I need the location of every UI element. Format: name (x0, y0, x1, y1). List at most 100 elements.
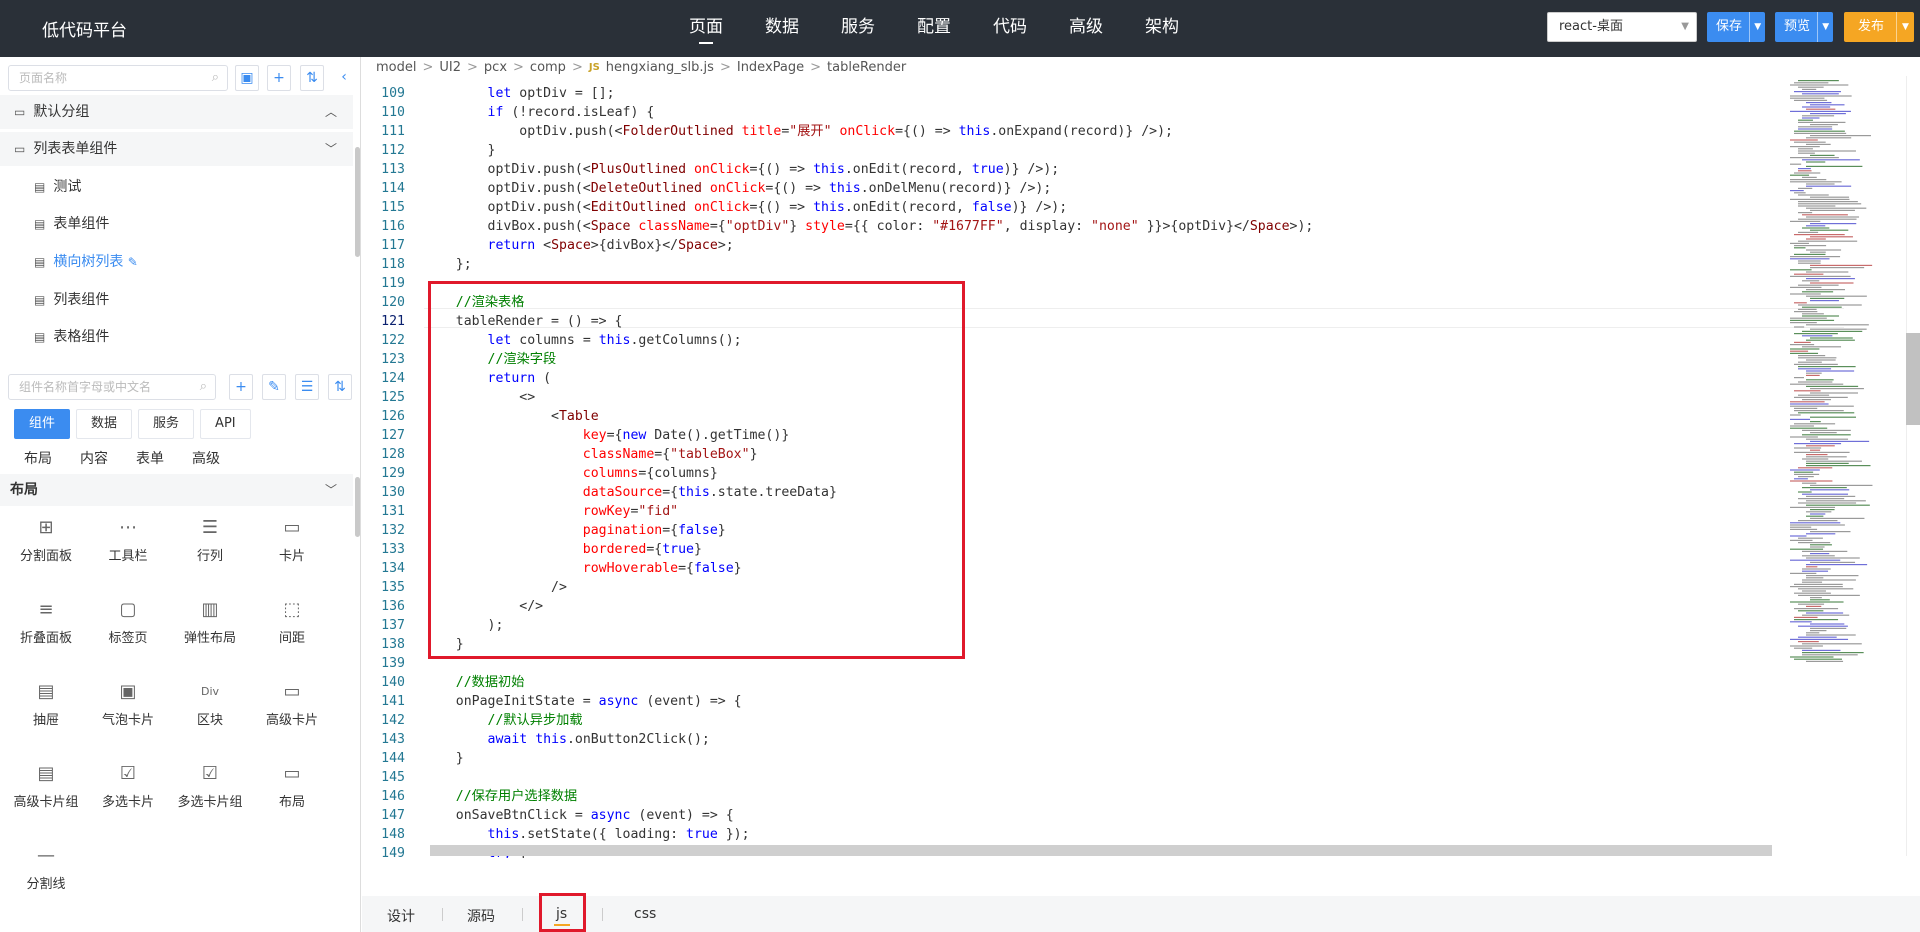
component-item[interactable]: ⊞ 分割面板 (5, 517, 87, 579)
save-dropdown-icon[interactable]: ▼ (1749, 12, 1765, 42)
page-item[interactable]: ▤ 表单组件 (0, 207, 353, 241)
breadcrumb-item[interactable]: tableRender (827, 60, 906, 75)
breadcrumb-item[interactable]: IndexPage (737, 60, 804, 75)
tab-css[interactable]: css (634, 906, 656, 922)
component-item[interactable]: ▤ 高级卡片组 (5, 763, 87, 825)
component-item[interactable]: ≡ 折叠面板 (5, 599, 87, 661)
breadcrumb-item[interactable]: pcx (484, 60, 507, 75)
component-search-input[interactable]: 组件名称首字母或中文名 ⌕ (8, 374, 216, 400)
component-item[interactable]: ⋯ 工具栏 (87, 517, 169, 579)
code-line[interactable]: 117 return <Space>{divBox}</Space>; (362, 236, 1782, 255)
component-item[interactable]: ☰ 行列 (169, 517, 251, 579)
chevron-up-icon[interactable]: ︿ (325, 95, 337, 129)
code-line[interactable]: 111 optDiv.push(<FolderOutlined title="展… (362, 122, 1782, 141)
component-item[interactable]: ▣ 气泡卡片 (87, 681, 169, 743)
minimap-line (1806, 143, 1831, 145)
code-line[interactable]: 147 onSaveBtnClick = async (event) => { (362, 806, 1782, 825)
preview-button[interactable]: 预览 ▼ (1775, 12, 1833, 42)
add-component-button[interactable]: + (229, 374, 253, 400)
collapse-panel-icon[interactable]: ‹ (332, 65, 356, 91)
code-line[interactable]: 118 }; (362, 255, 1782, 274)
component-list-scrollbar[interactable] (355, 477, 360, 537)
publish-dropdown-icon[interactable]: ▼ (1896, 12, 1914, 42)
save-button[interactable]: 保存 ▼ (1707, 12, 1765, 42)
tab-3[interactable]: API (200, 409, 251, 439)
nav-item-0[interactable]: 页面 (668, 0, 744, 57)
folder-icon: ▭ (14, 105, 26, 119)
component-item[interactable]: ▭ 布局 (251, 763, 333, 825)
nav-item-3[interactable]: 配置 (896, 0, 972, 57)
tab-2[interactable]: 服务 (138, 409, 195, 439)
breadcrumb-item[interactable]: UI2 (439, 60, 461, 75)
nav-item-2[interactable]: 服务 (820, 0, 896, 57)
editor-vertical-scrollbar[interactable] (1906, 333, 1920, 425)
component-item[interactable]: — 分割线 (5, 845, 87, 907)
add-page-button[interactable]: + (267, 65, 291, 91)
edit-icon[interactable]: ✎ (128, 255, 138, 269)
environment-select[interactable]: react-桌面 ▼ (1547, 12, 1697, 42)
code-line[interactable]: 143 await this.onButton2Click(); (362, 730, 1782, 749)
subtab-3[interactable]: 高级 (192, 448, 220, 468)
page-item[interactable]: ▤ 列表组件 (0, 283, 353, 317)
page-item[interactable]: ▤ 测试 (0, 170, 353, 204)
code-line[interactable]: 148 this.setState({ loading: true }); (362, 825, 1782, 844)
page-item-selected[interactable]: ▤ 横向树列表 ✎ (0, 245, 353, 279)
component-item[interactable]: ▭ 高级卡片 (251, 681, 333, 743)
nav-item-5[interactable]: 高级 (1048, 0, 1124, 57)
tab-design[interactable]: 设计 (387, 906, 415, 926)
code-line[interactable]: 110 if (!record.isLeaf) { (362, 103, 1782, 122)
breadcrumb-item[interactable]: model (376, 60, 416, 75)
chevron-down-icon[interactable]: ﹀ (325, 132, 337, 166)
add-folder-button[interactable]: ▣ (235, 65, 259, 91)
component-item[interactable]: ▤ 抽屉 (5, 681, 87, 743)
nav-item-4[interactable]: 代码 (972, 0, 1048, 57)
component-item[interactable]: ▢ 标签页 (87, 599, 169, 661)
code-line[interactable]: 145 (362, 768, 1782, 787)
nav-item-6[interactable]: 架构 (1124, 0, 1200, 57)
sort-icon[interactable]: ⇅ (328, 374, 352, 400)
code-line[interactable]: 113 optDiv.push(<PlusOutlined onClick={(… (362, 160, 1782, 179)
code-line[interactable]: 144 } (362, 749, 1782, 768)
page-list-scrollbar[interactable] (355, 147, 360, 257)
component-item[interactable]: ☑ 多选卡片 (87, 763, 169, 825)
code-line[interactable]: 109 let optDiv = []; (362, 84, 1782, 103)
publish-button[interactable]: 发布 ▼ (1844, 12, 1914, 42)
group-list-form[interactable]: ▭ 列表表单组件 ﹀ (0, 132, 353, 166)
line-number: 146 (381, 789, 405, 804)
minimap-line (1802, 570, 1829, 572)
tab-source[interactable]: 源码 (467, 906, 495, 926)
code-line[interactable]: 140 //数据初始 (362, 673, 1782, 692)
component-item[interactable]: ☑ 多选卡片组 (169, 763, 251, 825)
subtab-2[interactable]: 表单 (136, 448, 164, 468)
tab-1[interactable]: 数据 (76, 409, 133, 439)
chevron-down-icon[interactable]: ﹀ (325, 474, 337, 506)
subtab-1[interactable]: 内容 (80, 448, 108, 468)
code-line[interactable]: 115 optDiv.push(<EditOutlined onClick={(… (362, 198, 1782, 217)
nav-item-1[interactable]: 数据 (744, 0, 820, 57)
sort-button[interactable]: ⇅ (300, 65, 324, 91)
preview-dropdown-icon[interactable]: ▼ (1817, 12, 1833, 42)
code-line[interactable]: 112 } (362, 141, 1782, 160)
breadcrumb-item[interactable]: hengxiang_slb.js (606, 60, 714, 75)
top-bar: 低代码平台 页面 数据 服务 配置 代码 高级 架构 react-桌面 ▼ 保存 ▼ 预览 … (0, 0, 1920, 57)
section-layout-header[interactable]: 布局 ﹀ (0, 474, 353, 506)
breadcrumb-item[interactable]: comp (530, 60, 566, 75)
code-line[interactable]: 114 optDiv.push(<DeleteOutlined onClick=… (362, 179, 1782, 198)
list-icon[interactable]: ☰ (295, 374, 319, 400)
code-minimap[interactable] (1786, 76, 1904, 666)
component-item[interactable]: ▭ 卡片 (251, 517, 333, 579)
component-item[interactable]: ▥ 弹性布局 (169, 599, 251, 661)
component-item[interactable]: ⬚ 间距 (251, 599, 333, 661)
code-line[interactable]: 116 divBox.push(<Space className={"optDi… (362, 217, 1782, 236)
wrench-icon[interactable]: ✎ (262, 374, 286, 400)
page-search-input[interactable]: 页面名称 ⌕ (8, 65, 228, 91)
code-line[interactable]: 141 onPageInitState = async (event) => { (362, 692, 1782, 711)
group-default[interactable]: ▭ 默认分组 ︿ (0, 95, 353, 129)
tab-0[interactable]: 组件 (14, 409, 71, 439)
code-line[interactable]: 146 //保存用户选择数据 (362, 787, 1782, 806)
editor-horizontal-scrollbar[interactable] (430, 845, 1772, 856)
code-line[interactable]: 142 //默认异步加载 (362, 711, 1782, 730)
page-item[interactable]: ▤ 表格组件 (0, 320, 353, 354)
subtab-0[interactable]: 布局 (24, 448, 52, 468)
component-item[interactable]: Div 区块 (169, 681, 251, 743)
